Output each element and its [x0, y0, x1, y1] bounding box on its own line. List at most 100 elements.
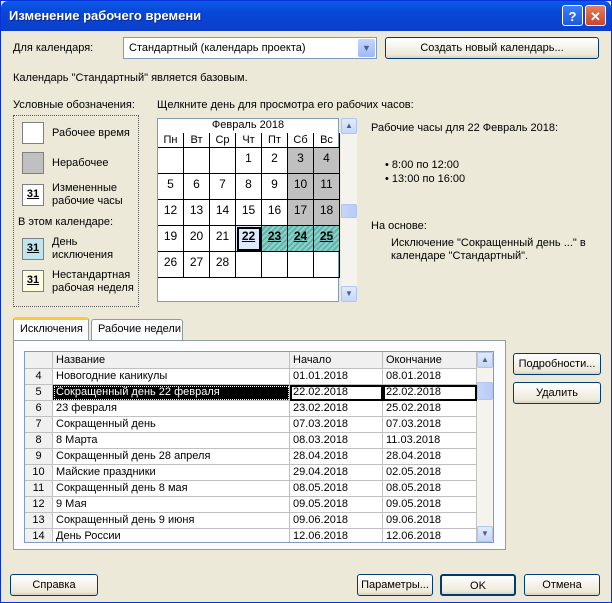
exception-name[interactable]: Новогодние каникулы [53, 369, 290, 385]
calendar-day[interactable]: 19 [158, 226, 184, 252]
exception-end[interactable]: 08.01.2018 [383, 369, 477, 385]
exception-end[interactable]: 25.02.2018 [383, 401, 477, 417]
calendar-day[interactable]: 15 [236, 200, 262, 226]
calendar-day[interactable]: 8 [236, 174, 262, 200]
exception-name[interactable]: Сокращенный день 8 мая [53, 481, 290, 497]
exceptions-table[interactable]: Название Начало Окончание 4 Новогодние ка… [24, 351, 494, 543]
exception-start[interactable]: 01.01.2018 [290, 369, 383, 385]
table-row[interactable]: 12 9 Мая 09.05.2018 09.05.2018 [25, 497, 477, 513]
table-row[interactable]: 7 Сокращенный день 07.03.2018 07.03.2018 [25, 417, 477, 433]
details-button[interactable]: Подробности... [513, 353, 601, 375]
close-icon[interactable]: ✕ [585, 5, 606, 26]
help-icon[interactable]: ? [562, 5, 583, 26]
column-header-start[interactable]: Начало [290, 352, 383, 369]
calendar-day[interactable]: 16 [262, 200, 288, 226]
exception-name[interactable]: 9 Мая [53, 497, 290, 513]
exception-start[interactable]: 08.03.2018 [290, 433, 383, 449]
exception-name[interactable]: Сокращенный день 28 апреля [53, 449, 290, 465]
calendar-day[interactable]: 20 [184, 226, 210, 252]
exception-name[interactable]: 8 Марта [53, 433, 290, 449]
exception-start[interactable]: 08.05.2018 [290, 481, 383, 497]
exception-end[interactable]: 02.05.2018 [383, 465, 477, 481]
calendar-day[interactable]: 3 [288, 148, 314, 174]
calendar-day[interactable]: 6 [184, 174, 210, 200]
exception-start[interactable]: 22.02.2018 [290, 385, 383, 401]
calendar-day[interactable]: 7 [210, 174, 236, 200]
chevron-down-icon[interactable]: ▼ [358, 39, 375, 57]
calendar-instruction: Щелкните день для просмотра его рабочих … [157, 99, 414, 111]
table-row[interactable]: 4 Новогодние каникулы 01.01.2018 08.01.2018 [25, 369, 477, 385]
options-button[interactable]: Параметры... [357, 574, 433, 596]
scroll-up-icon[interactable]: ▲ [341, 118, 357, 134]
table-row[interactable]: 14 День России 12.06.2018 12.06.2018 [25, 529, 477, 542]
exception-start[interactable]: 23.02.2018 [290, 401, 383, 417]
exception-end[interactable]: 09.06.2018 [383, 513, 477, 529]
exception-name[interactable]: Сокращенный день 9 июня [53, 513, 290, 529]
calendar-day[interactable]: 5 [158, 174, 184, 200]
ok-button[interactable]: OK [440, 574, 516, 596]
calendar-day[interactable]: 28 [210, 252, 236, 278]
calendar-day[interactable]: 23 [262, 226, 288, 252]
calendar-day[interactable]: 4 [314, 148, 340, 174]
calendar-day[interactable]: 2 [262, 148, 288, 174]
calendar-select[interactable]: Стандартный (календарь проекта) ▼ [123, 37, 377, 59]
table-row[interactable]: 5 Сокращенный день 22 февраля 22.02.2018 22… [25, 385, 477, 401]
exception-start[interactable]: 29.04.2018 [290, 465, 383, 481]
exception-name[interactable]: Сокращенный день 22 февраля [53, 385, 290, 401]
scroll-down-icon[interactable]: ▼ [477, 526, 493, 542]
scroll-thumb[interactable] [477, 382, 493, 400]
calendar-day[interactable]: 18 [314, 200, 340, 226]
exception-start[interactable]: 28.04.2018 [290, 449, 383, 465]
exception-start[interactable]: 12.06.2018 [290, 529, 383, 542]
calendar-day[interactable]: 27 [184, 252, 210, 278]
calendar-day[interactable]: 13 [184, 200, 210, 226]
exception-end[interactable]: 28.04.2018 [383, 449, 477, 465]
calendar-day[interactable]: 17 [288, 200, 314, 226]
calendar-day[interactable]: 12 [158, 200, 184, 226]
calendar-day[interactable]: 1 [236, 148, 262, 174]
calendar-day[interactable]: 22 [236, 226, 262, 252]
calendar-day[interactable]: 25 [314, 226, 340, 252]
column-header-name[interactable]: Название [53, 352, 290, 369]
exception-start[interactable]: 09.06.2018 [290, 513, 383, 529]
table-row[interactable]: 88 Марта 08.03.2018 11.03.2018 [25, 433, 477, 449]
exception-name[interactable]: Сокращенный день [53, 417, 290, 433]
exception-start[interactable]: 09.05.2018 [290, 497, 383, 513]
exception-end[interactable]: 08.05.2018 [383, 481, 477, 497]
help-button[interactable]: Справка [10, 574, 98, 596]
exception-start[interactable]: 07.03.2018 [290, 417, 383, 433]
calendar-day[interactable]: 14 [210, 200, 236, 226]
exception-end[interactable]: 12.06.2018 [383, 529, 477, 542]
legend-nonstandard-label-1: Нестандартная [52, 269, 131, 281]
table-row[interactable]: 6 23 февраля 23.02.2018 25.02.2018 [25, 401, 477, 417]
scroll-down-icon[interactable]: ▼ [341, 286, 357, 302]
table-row[interactable]: 9 Сокращенный день 28 апреля 28.04.2018 28.… [25, 449, 477, 465]
calendar-day[interactable]: 24 [288, 226, 314, 252]
table-row[interactable]: 10 Майские праздники 29.04.2018 02.05.2018 [25, 465, 477, 481]
column-header-end[interactable]: Окончание [383, 352, 477, 369]
calendar-day[interactable]: 10 [288, 174, 314, 200]
scroll-up-icon[interactable]: ▲ [477, 352, 493, 368]
table-scrollbar[interactable]: ▲ ▼ [477, 352, 493, 542]
delete-button[interactable]: Удалить [513, 382, 601, 404]
calendar-scrollbar[interactable]: ▲ ▼ [341, 118, 357, 302]
create-calendar-button[interactable]: Создать новый календарь... [385, 37, 599, 59]
tab-work-weeks[interactable]: Рабочие недели [91, 319, 183, 341]
table-row[interactable]: 11 Сокращенный день 8 мая 08.05.2018 08.05.… [25, 481, 477, 497]
exception-name[interactable]: День России [53, 529, 290, 542]
month-calendar[interactable]: Февраль 2018 Пн Вт Ср Чт Пт Сб Вс 1 2 3 4 5 6 7 8 9 10 11… [157, 118, 340, 302]
cancel-button[interactable]: Отмена [524, 574, 600, 596]
exception-name[interactable]: 23 февраля [53, 401, 290, 417]
tab-exceptions[interactable]: Исключения [13, 317, 89, 341]
scroll-thumb[interactable] [341, 204, 357, 218]
exception-end[interactable]: 11.03.2018 [383, 433, 477, 449]
exception-end[interactable]: 09.05.2018 [383, 497, 477, 513]
exception-end[interactable]: 07.03.2018 [383, 417, 477, 433]
exception-name[interactable]: Майские праздники [53, 465, 290, 481]
calendar-day[interactable]: 21 [210, 226, 236, 252]
exception-end[interactable]: 22.02.2018 [383, 385, 477, 401]
calendar-day[interactable]: 9 [262, 174, 288, 200]
calendar-day[interactable]: 11 [314, 174, 340, 200]
table-row[interactable]: 13 Сокращенный день 9 июня 09.06.2018 09.06… [25, 513, 477, 529]
calendar-day[interactable]: 26 [158, 252, 184, 278]
